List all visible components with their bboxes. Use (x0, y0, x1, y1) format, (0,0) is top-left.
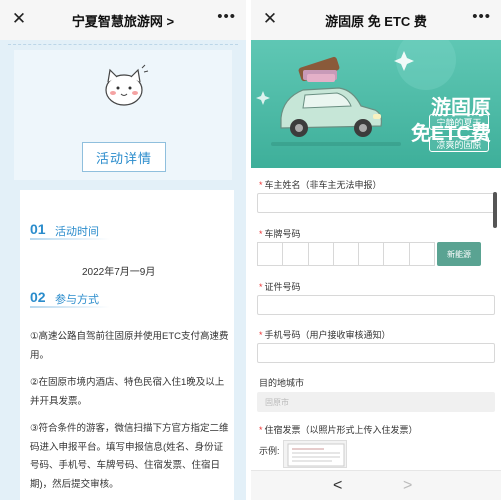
scrollbar[interactable] (493, 192, 497, 228)
section-number: 02 (30, 289, 46, 305)
decorative-divider (8, 44, 238, 48)
owner-name-input[interactable] (257, 193, 495, 213)
activity-date: 2022年7月一9月 (82, 267, 156, 278)
example-label: 示例: (259, 446, 280, 456)
section-number: 01 (30, 221, 46, 237)
invoice-example-image[interactable] (283, 440, 347, 468)
activity-details-button[interactable]: 活动详情 (82, 142, 166, 172)
phone-label: * 手机号码（用户接收审核通知） (259, 330, 391, 340)
destination-city-label: 目的地城市 (259, 378, 305, 388)
section-title: 参与方式 (55, 294, 99, 306)
label-text: 证件号码 (264, 282, 301, 292)
plate-label: * 车牌号码 (259, 229, 301, 239)
label-text: 手机号码（用户接收审核通知） (264, 330, 391, 340)
more-icon[interactable]: ••• (217, 9, 236, 24)
page-title[interactable]: 宁夏智慧旅游网 > (72, 11, 174, 30)
cat-mascot-icon (105, 64, 149, 106)
section-underline (30, 306, 110, 308)
plate-cell[interactable] (359, 242, 385, 266)
close-icon[interactable]: ✕ (261, 10, 279, 28)
label-text: 车牌号码 (264, 229, 301, 239)
section-title: 活动时间 (55, 226, 99, 238)
banner-tag: 宁静的夏天 (429, 114, 489, 130)
banner-tag: 凉爽的固原 (429, 136, 489, 152)
id-number-label: * 证件号码 (259, 282, 301, 292)
more-icon[interactable]: ••• (472, 9, 491, 24)
destination-city-select[interactable]: 固原市 (257, 392, 495, 412)
step-paragraph: ①高速公路自驾前往固原并使用ETC支付高速费用。 (30, 331, 229, 361)
plate-cell[interactable] (308, 242, 334, 266)
plate-number-input[interactable] (257, 242, 435, 266)
step-paragraph: ③符合条件的游客，微信扫描下方官方指定二维码进入申报平台。填写申报信息(姓名、身… (30, 423, 229, 490)
page-title: 游固原 免 ETC 费 (325, 13, 427, 29)
close-icon[interactable]: ✕ (10, 10, 28, 28)
back-arrow-icon[interactable]: < (333, 477, 342, 495)
plate-cell[interactable] (409, 242, 435, 266)
forward-arrow-icon[interactable]: > (403, 477, 412, 495)
left-top-bar: ✕ 宁夏智慧旅游网 > ••• (0, 0, 246, 40)
browser-nav-bar: < > (251, 470, 501, 500)
phone-input[interactable] (257, 343, 495, 363)
step-paragraph: ②在固原市境内酒店、特色民宿入住1晚及以上并开具发票。 (30, 377, 225, 407)
plate-cell[interactable] (384, 242, 410, 266)
left-phone-screen: ✕ 宁夏智慧旅游网 > ••• 活动详情 01 活动时间 2022年7月一9月 … (0, 0, 246, 500)
invoice-thumbnail-icon (287, 443, 345, 467)
new-energy-button[interactable]: 新能源 (437, 242, 481, 266)
plate-cell[interactable] (257, 242, 284, 266)
right-top-bar: ✕ 游固原 免 ETC 费 ••• (251, 0, 501, 40)
invoice-label: * 住宿发票（以照片形式上传入住发票） (259, 425, 418, 435)
label-text: 住宿发票（以照片形式上传入住发票） (264, 425, 418, 435)
promo-banner: 游固原 免ETC费 宁静的夏天 凉爽的固原 (251, 40, 501, 168)
plate-cell[interactable] (333, 242, 360, 266)
plate-cell[interactable] (283, 242, 309, 266)
right-phone-screen: ✕ 游固原 免 ETC 费 ••• 游固原 免ETC费 宁静的夏天 凉爽的固原 … (251, 0, 501, 500)
section-underline (30, 238, 110, 240)
label-text: 车主姓名（非车主无法申报） (264, 180, 382, 190)
owner-name-label: * 车主姓名（非车主无法申报） (259, 180, 382, 190)
id-number-input[interactable] (257, 295, 495, 315)
